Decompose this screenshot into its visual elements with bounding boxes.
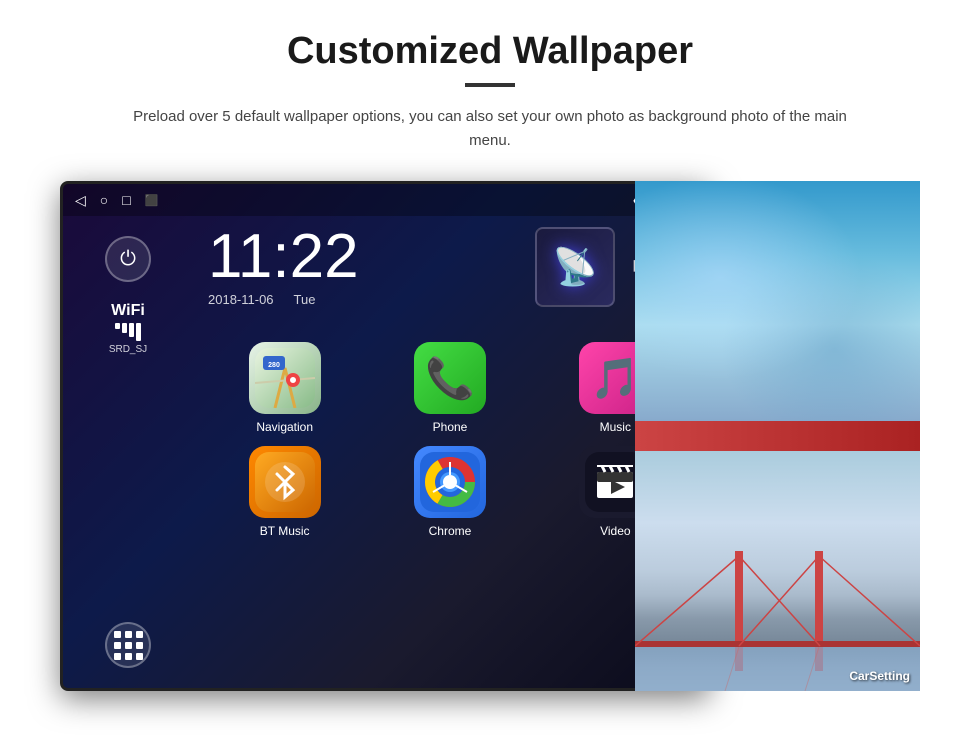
device-container: ◁ ○ □ ⬛ ⬧ ▲ 11:22 ⏻ WiFi <box>60 181 920 691</box>
clock-date: 2018-11-06 Tue <box>208 292 515 307</box>
bar2 <box>122 323 127 333</box>
status-bar: ◁ ○ □ ⬛ ⬧ ▲ 11:22 <box>63 184 707 216</box>
app-item-bt-music[interactable]: BT Music <box>208 446 361 538</box>
bt-music-label: BT Music <box>260 524 310 538</box>
clock-section: 11:22 2018-11-06 Tue 📡 ⏮ B <box>208 226 692 322</box>
clock-time: 11:22 <box>208 226 515 288</box>
page-title: Customized Wallpaper <box>287 30 693 73</box>
wallpaper-partial <box>635 421 920 451</box>
clock-info: 11:22 2018-11-06 Tue <box>208 226 515 307</box>
wifi-signal-bars <box>109 323 147 341</box>
android-main: 11:22 2018-11-06 Tue 📡 ⏮ B <box>193 216 707 688</box>
android-sidebar: ⏻ WiFi SRD_SJ <box>63 216 193 688</box>
day-value: Tue <box>294 292 316 307</box>
app-item-chrome[interactable]: Chrome <box>373 446 526 538</box>
wallpaper-ice <box>635 181 920 421</box>
radio-widget[interactable]: 📡 <box>535 227 615 307</box>
nav-buttons: ◁ ○ □ ⬛ <box>75 192 158 209</box>
navigation-label: Navigation <box>256 420 313 434</box>
date-value: 2018-11-06 <box>208 292 274 307</box>
android-content: ⏻ WiFi SRD_SJ <box>63 216 707 688</box>
sidebar-top: ⏻ WiFi SRD_SJ <box>105 236 151 355</box>
bridge-scene <box>635 451 920 691</box>
home-icon[interactable]: ○ <box>100 192 108 208</box>
wallpaper-panels: CarSetting <box>635 181 920 691</box>
wifi-widget: WiFi SRD_SJ <box>109 302 147 355</box>
ice-texture <box>635 181 920 421</box>
bar1 <box>115 323 120 329</box>
music-label: Music <box>600 420 631 434</box>
apps-grid-icon <box>114 631 143 660</box>
screenshot-icon[interactable]: ⬛ <box>145 194 159 207</box>
android-screen: ◁ ○ □ ⬛ ⬧ ▲ 11:22 ⏻ WiFi <box>60 181 710 691</box>
svg-text:280: 280 <box>268 362 280 369</box>
bar4 <box>136 323 141 341</box>
car-setting-label: CarSetting <box>849 669 910 683</box>
title-divider <box>465 83 515 87</box>
app-grid: 280 Navigation 📞 Phone <box>208 342 692 538</box>
navigation-icon: 280 <box>249 342 321 414</box>
power-button[interactable]: ⏻ <box>105 236 151 282</box>
page-subtitle: Preload over 5 default wallpaper options… <box>115 105 865 153</box>
wifi-label: WiFi <box>109 302 147 320</box>
recent-icon[interactable]: □ <box>122 192 130 208</box>
apps-button[interactable] <box>105 622 151 668</box>
back-icon[interactable]: ◁ <box>75 192 86 209</box>
app-item-phone[interactable]: 📞 Phone <box>373 342 526 434</box>
video-label: Video <box>600 524 630 538</box>
chrome-label: Chrome <box>429 524 472 538</box>
bar3 <box>129 323 134 337</box>
chrome-icon <box>414 446 486 518</box>
phone-label: Phone <box>433 420 468 434</box>
radio-icon: 📡 <box>552 246 597 288</box>
wallpaper-bridge: CarSetting <box>635 451 920 691</box>
phone-icon: 📞 <box>414 342 486 414</box>
wifi-ssid: SRD_SJ <box>109 344 147 355</box>
power-icon: ⏻ <box>120 248 136 271</box>
app-item-navigation[interactable]: 280 Navigation <box>208 342 361 434</box>
bt-music-icon <box>249 446 321 518</box>
